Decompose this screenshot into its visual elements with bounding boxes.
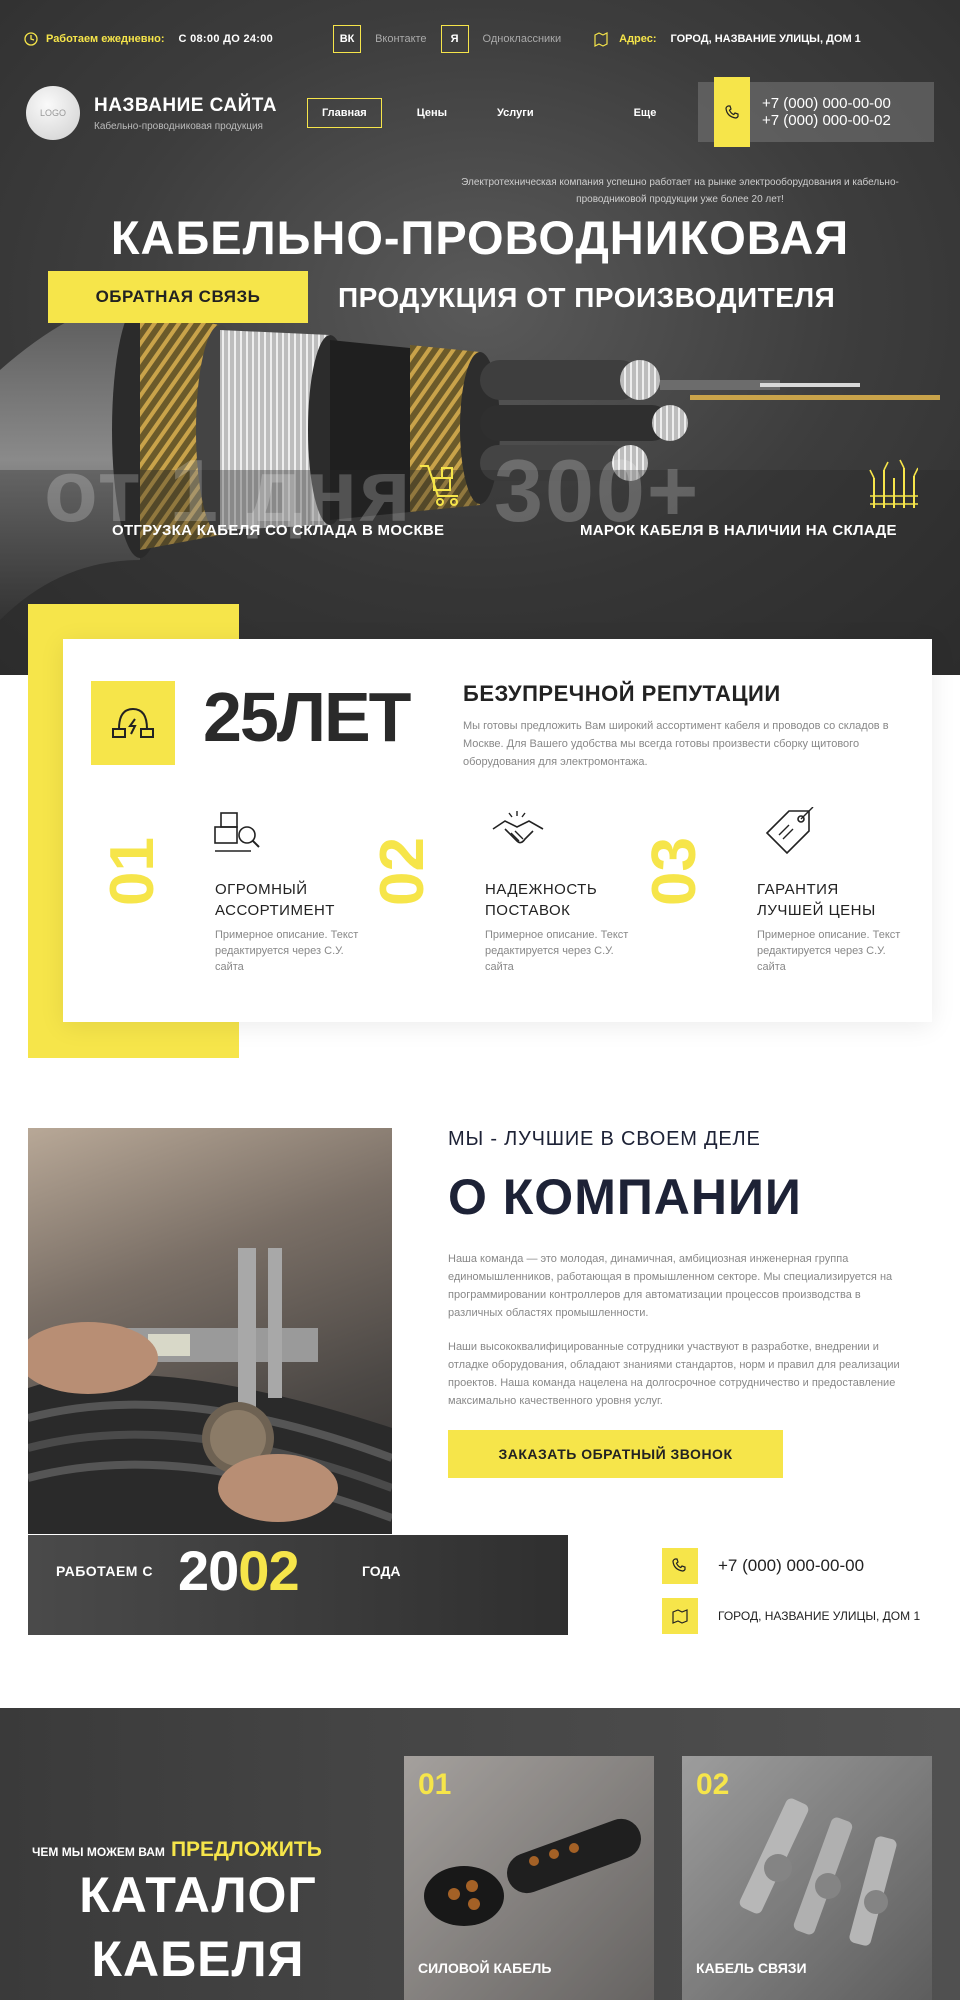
odnoklassniki-icon[interactable]: Я: [440, 25, 469, 53]
cart-icon: [420, 465, 458, 506]
phone-1[interactable]: +7 (000) 000-00-00: [762, 95, 891, 112]
feature-number: 03: [640, 837, 709, 906]
catalog-section: ЧЕМ МЫ МОЖЕМ ВАМ ПРЕДЛОЖИТЬ КАТАЛОГ КАБЕЛ…: [0, 1708, 960, 2000]
catalog-card-communication-cable[interactable]: 02 КАБЕЛЬ СВЯЗИ: [682, 1756, 932, 2000]
about-address-row: ГОРОД, НАЗВАНИЕ УЛИЦЫ, ДОМ 1: [662, 1598, 948, 1634]
catalog-card-number: 02: [696, 1768, 730, 1801]
top-bar: Работаем ежедневно: С 08:00 ДО 24:00 ВК …: [24, 24, 936, 54]
site-title: НАЗВАНИЕ САЙТА Кабельно-проводниковая пр…: [94, 95, 277, 132]
caliper-photo-illustration: [28, 1248, 392, 1534]
hero-subtitle: ПРОДУКЦИЯ ОТ ПРОИЗВОДИТЕЛЯ: [338, 282, 836, 313]
since-year-part-2: 02: [238, 1539, 299, 1602]
feature-reliability: 02 НАДЕЖНОСТЬ ПОСТАВОК Примерное описани…: [368, 807, 633, 1007]
feature-desc: Примерное описание. Текст редактируется …: [757, 929, 901, 973]
nav-item-prices[interactable]: Цены: [402, 98, 462, 128]
about-photo: [28, 1128, 392, 1534]
vk-icon[interactable]: ВК: [333, 25, 362, 53]
about-paragraph-2: Наши высококвалифицированные сотрудники …: [448, 1341, 900, 1407]
site-subtitle: Кабельно-проводниковая продукция: [94, 120, 263, 132]
plug-icon: [91, 681, 175, 765]
price-tag-icon: [765, 807, 814, 855]
about-address: ГОРОД, НАЗВАНИЕ УЛИЦЫ, ДОМ 1: [718, 1609, 921, 1623]
logo[interactable]: LOGO: [26, 86, 80, 140]
clock-icon: [24, 32, 38, 46]
map-icon: [594, 32, 608, 47]
stat-1-text: ОТГРУЗКА КАБЕЛЯ СО СКЛАДА В МОСКВЕ: [112, 522, 445, 539]
nav-item-home[interactable]: Главная: [306, 98, 382, 128]
phone-numbers: +7 (000) 000-00-00 +7 (000) 000-00-02: [762, 95, 891, 129]
address-label: Адрес:: [619, 33, 657, 45]
phone-box: +7 (000) 000-00-00 +7 (000) 000-00-02: [698, 77, 934, 147]
feature-title: ОГРОМНЫЙ АССОРТИМЕНТ: [215, 881, 335, 919]
years-value: 25ЛЕТ: [203, 678, 411, 756]
catalog-card-name[interactable]: СИЛОВОЙ КАБЕЛЬ: [418, 1960, 551, 1976]
boxes-search-icon: [214, 812, 260, 852]
since-year: 2002: [178, 1538, 300, 1603]
phone-icon[interactable]: [714, 77, 750, 147]
feature-assortment: 01 ОГРОМНЫЙ АССОРТИМЕНТ Примерное описан…: [98, 807, 363, 1007]
catalog-kicker: ЧЕМ МЫ МОЖЕМ ВАМ ПРЕДЛОЖИТЬ: [32, 1838, 322, 1862]
about-title: О КОМПАНИИ: [448, 1169, 802, 1225]
catalog-kicker-text: ЧЕМ МЫ МОЖЕМ ВАМ: [32, 1845, 165, 1859]
feedback-button[interactable]: ОБРАТНАЯ СВЯЗЬ: [48, 271, 308, 323]
about-kicker: МЫ - ЛУЧШИЕ В СВОЕМ ДЕЛЕ: [448, 1128, 761, 1150]
hero-section: Работаем ежедневно: С 08:00 ДО 24:00 ВК …: [0, 0, 960, 675]
catalog-card-name[interactable]: КАБЕЛЬ СВЯЗИ: [696, 1960, 807, 1976]
catalog-title-line-2: КАБЕЛЯ: [91, 1931, 305, 1987]
work-hours-value: С 08:00 ДО 24:00: [178, 33, 274, 45]
site-header: LOGO НАЗВАНИЕ САЙТА Кабельно-проводников…: [26, 77, 934, 147]
feature-title: ГАРАНТИЯ ЛУЧШЕЙ ЦЕНЫ: [757, 881, 876, 919]
catalog-title-line-1: КАТАЛОГ: [79, 1867, 317, 1923]
since-year-part-1: 20: [178, 1539, 239, 1602]
feature-number: 02: [368, 837, 437, 906]
site-name: НАЗВАНИЕ САЙТА: [94, 94, 277, 116]
vk-label[interactable]: Вконтакте: [375, 33, 426, 45]
advantages-card: 25ЛЕТ БЕЗУПРЕЧНОЙ РЕПУТАЦИИ Мы готовы пр…: [63, 639, 932, 1022]
main-nav: Главная Цены Услуги Еще: [306, 98, 691, 128]
stat-2-text: МАРОК КАБЕЛЯ В НАЛИЧИИ НА СКЛАДЕ: [580, 522, 897, 539]
wires-icon: [869, 459, 918, 508]
phone-icon: [662, 1548, 698, 1584]
catalog-card-number: 01: [418, 1768, 452, 1801]
feature-desc: Примерное описание. Текст редактируется …: [215, 929, 359, 973]
work-hours-label: Работаем ежедневно:: [46, 33, 165, 45]
social-ok[interactable]: Я Одноклассники: [440, 25, 562, 53]
nav-item-more[interactable]: Еще: [619, 98, 672, 128]
reputation-text: Мы готовы предложить Вам широкий ассорти…: [463, 720, 889, 768]
about-phone[interactable]: +7 (000) 000-00-00: [718, 1556, 864, 1576]
social-vk[interactable]: ВК Вконтакте: [333, 25, 427, 53]
about-paragraph-1: Наша команда — это молодая, динамичная, …: [448, 1253, 893, 1319]
odnoklassniki-label[interactable]: Одноклассники: [483, 33, 562, 45]
since-suffix: ГОДА: [362, 1563, 401, 1579]
hero-intro: Электротехническая компания успешно рабо…: [461, 177, 899, 205]
feature-title: НАДЕЖНОСТЬ ПОСТАВОК: [485, 881, 598, 919]
catalog-card-power-cable[interactable]: 01 СИЛОВОЙ КАБЕЛЬ: [404, 1756, 654, 2000]
phone-2[interactable]: +7 (000) 000-00-02: [762, 112, 891, 129]
feature-desc: Примерное описание. Текст редактируется …: [485, 929, 629, 973]
feature-best-price: 03 ГАРАНТИЯ ЛУЧШЕЙ ЦЕНЫ Примерное описан…: [640, 807, 905, 1007]
address-value: ГОРОД, НАЗВАНИЕ УЛИЦЫ, ДОМ 1: [670, 33, 861, 45]
since-label: РАБОТАЕМ С: [56, 1563, 153, 1579]
handshake-icon: [492, 811, 544, 844]
map-icon: [662, 1598, 698, 1634]
nav-item-services[interactable]: Услуги: [482, 98, 549, 128]
catalog-kicker-highlight: ПРЕДЛОЖИТЬ: [170, 1838, 322, 1861]
hero-title: КАБЕЛЬНО-ПРОВОДНИКОВАЯ: [110, 211, 850, 264]
callback-button[interactable]: ЗАКАЗАТЬ ОБРАТНЫЙ ЗВОНОК: [448, 1430, 783, 1478]
about-phone-row: +7 (000) 000-00-00: [662, 1548, 864, 1584]
feature-number: 01: [98, 837, 167, 906]
reputation-title: БЕЗУПРЕЧНОЙ РЕПУТАЦИИ: [463, 681, 781, 706]
